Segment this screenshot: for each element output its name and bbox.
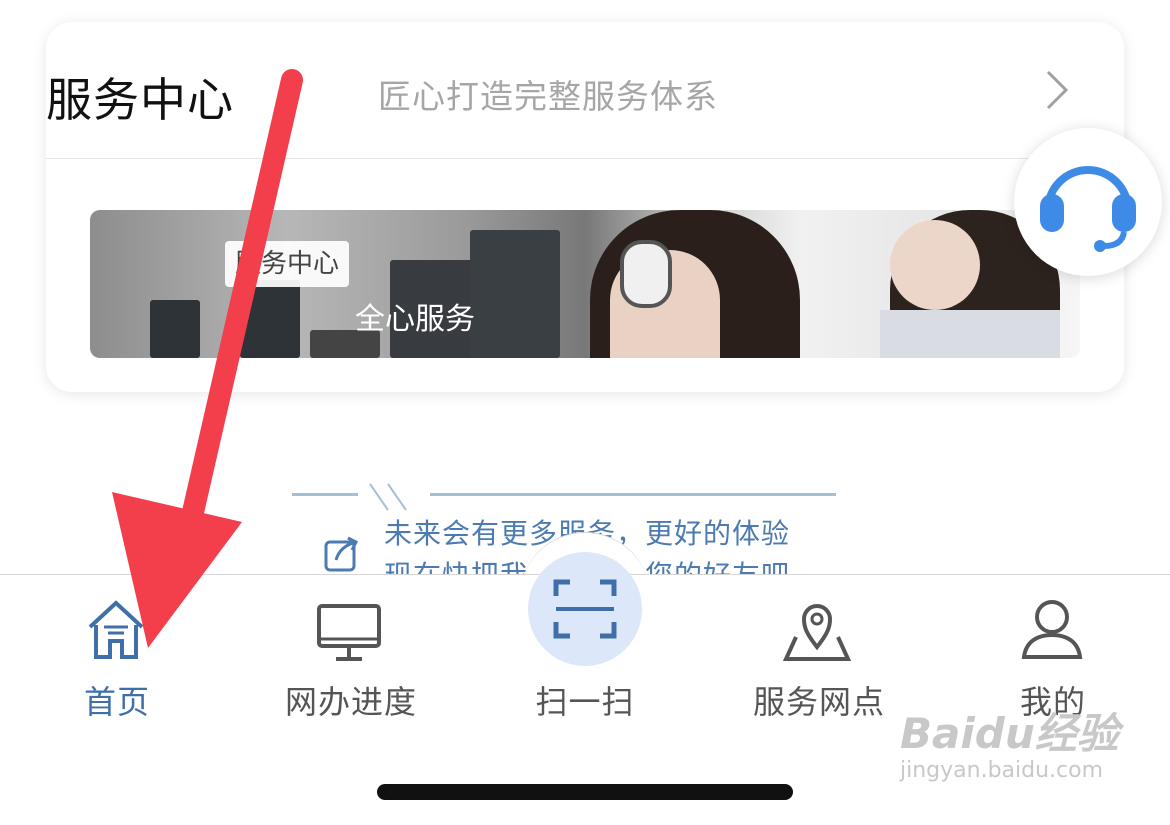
promo-divider-left <box>292 493 358 496</box>
monitor-icon <box>317 604 381 661</box>
card-divider <box>46 158 1124 159</box>
watermark-url: jingyan.baidu.com <box>900 758 1104 783</box>
home-icon <box>88 600 144 659</box>
scan-icon <box>553 579 617 639</box>
scan-button[interactable] <box>528 552 642 666</box>
tab-home[interactable]: 首页 <box>0 575 234 735</box>
chevron-right-icon[interactable] <box>1042 68 1072 112</box>
tab-progress[interactable]: 网办进度 <box>234 575 468 735</box>
customer-support-button[interactable] <box>1014 128 1162 276</box>
tab-home-label: 首页 <box>83 683 150 721</box>
banner-text: 全心服务 <box>355 302 475 337</box>
tab-scan-label: 扫一扫 <box>535 683 635 721</box>
user-icon <box>1021 600 1083 659</box>
banner-tag: 服务中心 <box>225 241 350 287</box>
watermark-brand: Baidu经验 <box>900 709 1119 758</box>
headset-icon <box>1040 166 1136 252</box>
promo-divider-right <box>430 493 836 496</box>
service-center-title: 服务中心 <box>46 73 234 127</box>
service-center-subtitle: 匠心打造完整服务体系 <box>378 77 718 116</box>
home-indicator <box>377 784 793 800</box>
tab-progress-label: 网办进度 <box>284 683 417 721</box>
map-pin-icon <box>782 604 852 661</box>
slash-decoration <box>369 483 407 511</box>
share-icon[interactable] <box>322 534 362 574</box>
